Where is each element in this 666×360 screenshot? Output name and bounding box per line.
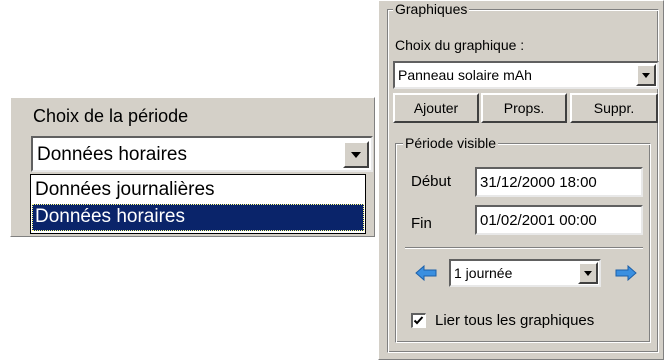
delete-graph-button[interactable]: Suppr.: [570, 93, 658, 123]
graph-choice-label: Choix du graphique :: [395, 37, 525, 53]
period-option-label: Données journalières: [35, 179, 215, 200]
end-date-field[interactable]: 01/02/2001 00:00: [475, 205, 643, 235]
step-select[interactable]: 1 journée: [449, 259, 601, 287]
period-option-hourly[interactable]: Données horaires: [32, 204, 364, 231]
period-option-label: Données horaires: [35, 206, 185, 227]
period-dropdown-button[interactable]: [343, 141, 369, 168]
period-select[interactable]: Données horaires: [31, 136, 373, 172]
checkmark-icon: [413, 316, 424, 325]
end-date-value: 01/02/2001 00:00: [480, 212, 597, 229]
graphs-panel: Graphiques Choix du graphique : Panneau …: [378, 0, 664, 360]
start-label: Début: [411, 173, 452, 190]
chevron-down-icon: [584, 270, 592, 276]
graph-properties-button[interactable]: Props.: [481, 93, 567, 123]
start-date-value: 31/12/2000 18:00: [480, 174, 597, 191]
start-date-field[interactable]: 31/12/2000 18:00: [475, 167, 643, 197]
step-select-value: 1 journée: [454, 265, 513, 281]
chevron-down-icon: [642, 72, 650, 78]
period-title: Choix de la période: [33, 106, 189, 126]
graph-select-value: Panneau solaire mAh: [398, 67, 532, 83]
arrow-right-icon[interactable]: [615, 265, 637, 281]
end-label: Fin: [411, 215, 432, 232]
chevron-down-icon: [351, 151, 361, 158]
visible-period-title: Période visible: [403, 135, 499, 151]
link-graphs-label: Lier tous les graphiques: [435, 312, 595, 329]
period-dropdown-list: Données journalières Données horaires: [30, 174, 366, 234]
period-select-value: Données horaires: [37, 144, 187, 165]
graphs-group-title: Graphiques: [393, 1, 470, 17]
step-dropdown-button[interactable]: [578, 262, 598, 284]
separator: [405, 247, 643, 249]
graph-select[interactable]: Panneau solaire mAh: [393, 61, 659, 89]
arrow-left-icon[interactable]: [415, 265, 437, 281]
add-graph-button[interactable]: Ajouter: [393, 93, 479, 123]
link-graphs-checkbox[interactable]: [411, 313, 426, 328]
period-option-daily[interactable]: Données journalières: [32, 177, 364, 203]
graph-dropdown-button[interactable]: [636, 64, 656, 86]
